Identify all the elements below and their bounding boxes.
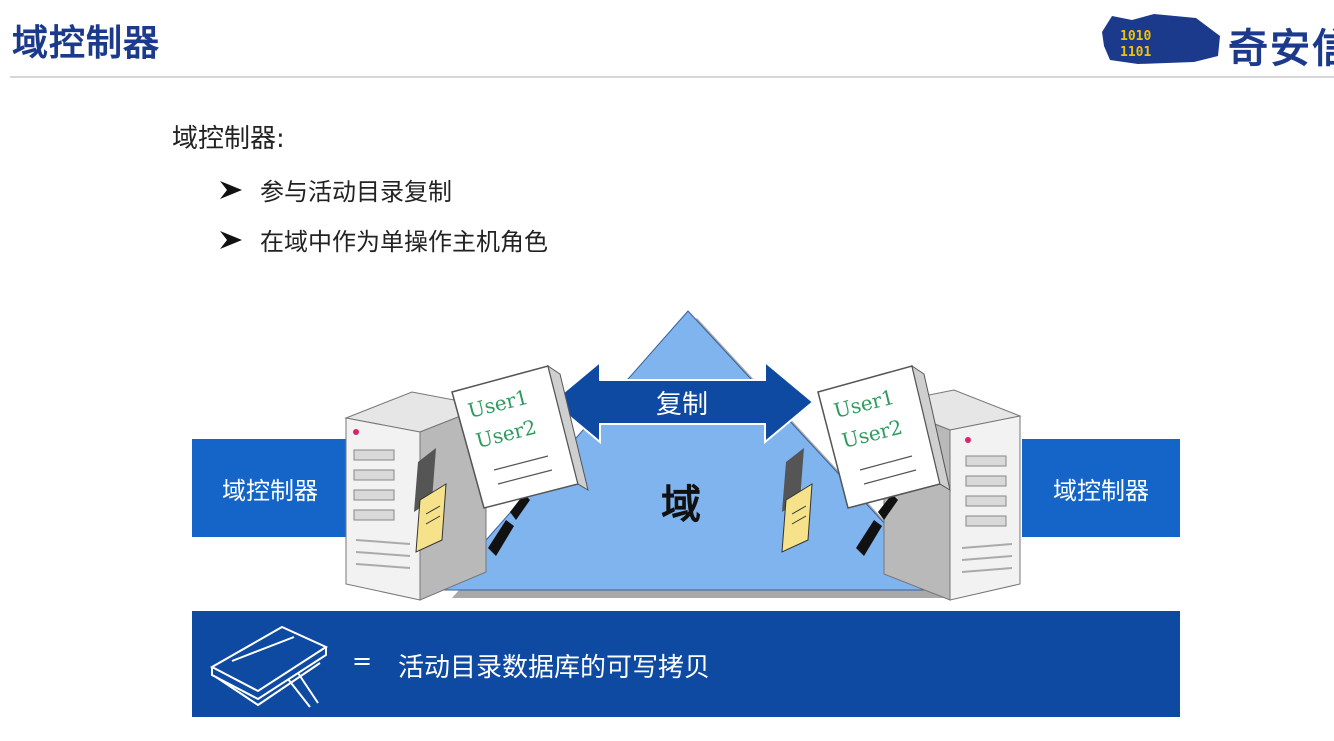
database-copy-icon — [209, 625, 329, 708]
domain-label: 域 — [661, 482, 701, 528]
legend-description: 活动目录数据库的可写拷贝 — [398, 653, 711, 683]
legend-bar: = 活动目录数据库的可写拷贝 — [192, 611, 1180, 717]
replication-label: 复制 — [656, 390, 708, 420]
legend-equals: = — [352, 647, 373, 675]
